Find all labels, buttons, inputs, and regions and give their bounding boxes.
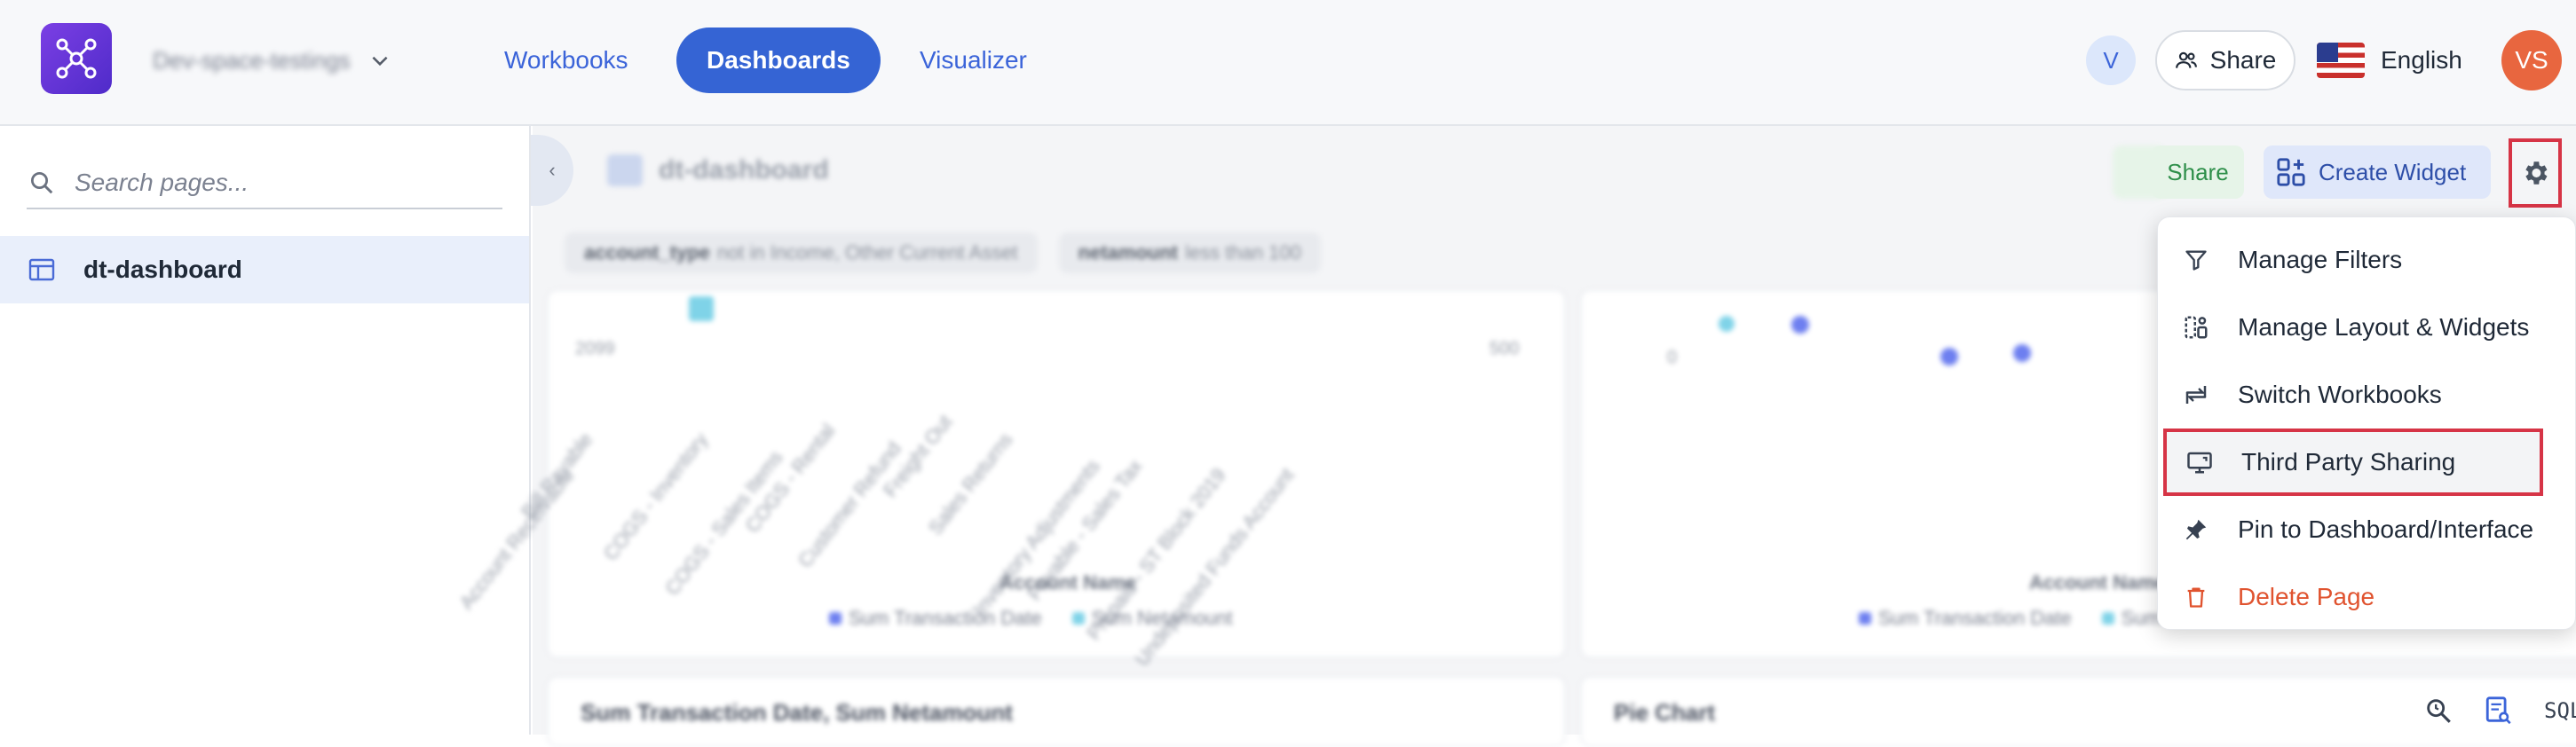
data-point (2013, 344, 2031, 362)
switch-icon (2181, 380, 2211, 410)
document-search-icon[interactable] (2484, 696, 2514, 726)
us-flag-icon (2317, 43, 2365, 78)
filter-condition: not in Income, Other Current Asset (716, 241, 1018, 263)
language-label: English (2381, 46, 2462, 74)
create-widget-button[interactable]: Create Widget (2264, 145, 2491, 199)
menu-item-label: Manage Filters (2238, 246, 2403, 273)
menu-item-manage-filters[interactable]: Manage Filters (2158, 226, 2576, 294)
app-logo-icon[interactable] (41, 23, 112, 94)
y-axis-tick: 0 (1667, 348, 1678, 367)
chart-card-left: 2099 500 Account Receivable Bill Payable… (454, 289, 1566, 670)
share-button[interactable]: Share (2155, 30, 2295, 90)
search-input[interactable] (75, 169, 483, 197)
menu-item-switch-workbooks[interactable]: Switch Workbooks (2158, 361, 2576, 429)
legend-item: Sum Transaction Date (1859, 607, 2072, 630)
language-selector[interactable]: English (2317, 35, 2462, 85)
menu-item-third-party-sharing[interactable]: Third Party Sharing (2163, 429, 2543, 496)
layout-icon (2181, 312, 2211, 342)
tab-dashboards[interactable]: Dashboards (676, 28, 881, 93)
widget-card: Sum Transaction Date, Sum Netamount (547, 676, 1566, 747)
menu-item-label: Delete Page (2238, 583, 2375, 610)
y-axis-tick: 2099 (575, 339, 615, 358)
tab-workbooks[interactable]: Workbooks (474, 28, 659, 93)
user-badge[interactable]: V (2086, 35, 2136, 85)
y-axis-tick: 500 (1489, 339, 1520, 358)
page-search (27, 158, 502, 209)
menu-item-pin-to-dashboard[interactable]: Pin to Dashboard/Interface (2158, 496, 2576, 563)
screen-share-icon (2185, 447, 2215, 477)
dashboard-icon (607, 154, 643, 186)
data-point (1719, 316, 1734, 332)
x-axis-title: Account Name (2029, 571, 2167, 594)
filter-field: account_type (584, 241, 710, 263)
page-title: dt-dashboard (659, 155, 829, 185)
menu-item-label: Third Party Sharing (2241, 448, 2456, 476)
sidebar-item-dt-dashboard[interactable]: dt-dashboard (0, 236, 529, 303)
filter-icon (2181, 245, 2211, 275)
sql-button[interactable]: SQL (2544, 698, 2576, 723)
menu-item-label: Switch Workbooks (2238, 381, 2442, 408)
people-icon (2175, 51, 2197, 68)
data-point (1791, 316, 1809, 334)
share-button-label: Share (2209, 46, 2277, 74)
legend-item: Sum Transaction Date (829, 607, 1042, 630)
menu-item-label: Manage Layout & Widgets (2238, 313, 2530, 341)
create-widget-label: Create Widget (2319, 158, 2467, 185)
widget-title: Pie Chart (1614, 699, 1716, 726)
pages-sidebar: dt-dashboard (0, 126, 531, 735)
pin-icon (2181, 515, 2211, 545)
legend-item: Sum Netamount (1072, 607, 1233, 630)
filter-chip[interactable]: account_type not in Income, Other Curren… (565, 232, 1038, 273)
chevron-down-icon (372, 56, 388, 67)
widget-title: Sum Transaction Date, Sum Netamount (581, 699, 1013, 726)
gear-icon (2525, 161, 2548, 185)
add-widget-icon (2277, 158, 2305, 186)
filter-field: netamount (1078, 241, 1178, 263)
filter-chips: account_type not in Income, Other Curren… (565, 232, 1321, 273)
settings-menu: Manage Filters Manage Layout & Widgets S… (2157, 216, 2576, 630)
bottom-toolbar: SQL (2423, 696, 2576, 726)
table-icon (28, 258, 55, 281)
x-axis-title: Account Name (1000, 571, 1137, 594)
search-icon (31, 172, 53, 194)
menu-item-delete-page[interactable]: Delete Page (2158, 563, 2576, 631)
filter-chip[interactable]: netamount less than 100 (1058, 232, 1321, 273)
dashboard-header: dt-dashboard (533, 135, 2130, 206)
top-navigation-bar: Dev-space-testings Workbooks Dashboards … (0, 0, 2576, 126)
settings-button[interactable] (2509, 138, 2562, 208)
chart-legend: Sum Transaction Date Sum Netamount (829, 607, 1233, 630)
data-point (689, 296, 714, 321)
data-point (1940, 348, 1958, 366)
workspace-selector[interactable]: Dev-space-testings (153, 41, 391, 80)
trash-icon (2181, 582, 2211, 612)
tab-visualizer[interactable]: Visualizer (889, 28, 1057, 93)
avatar[interactable]: VS (2501, 30, 2562, 90)
workspace-name: Dev-space-testings (153, 46, 351, 74)
filter-condition: less than 100 (1185, 241, 1301, 263)
menu-item-manage-layout[interactable]: Manage Layout & Widgets (2158, 294, 2576, 361)
history-search-icon[interactable] (2423, 696, 2454, 726)
menu-item-label: Pin to Dashboard/Interface (2238, 515, 2534, 543)
dashboard-share-button[interactable]: Share (2152, 145, 2244, 199)
sidebar-item-label: dt-dashboard (83, 256, 242, 283)
